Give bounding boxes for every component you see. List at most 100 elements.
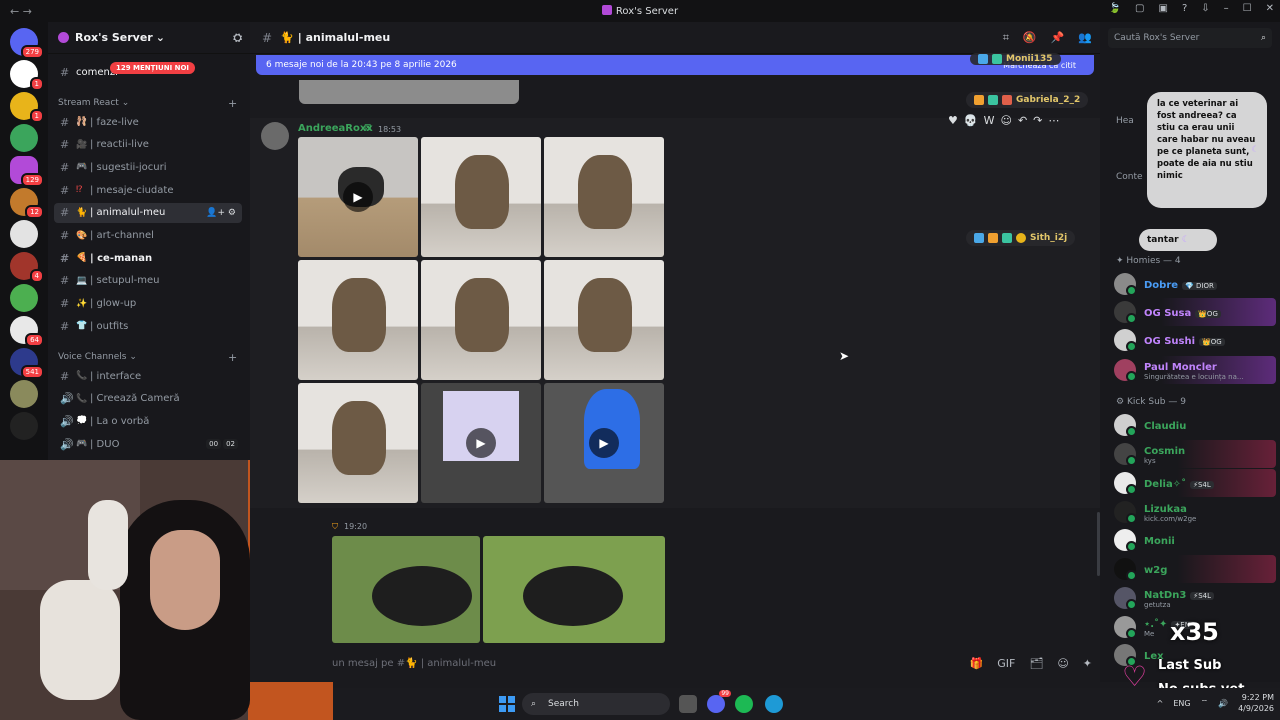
- message-action-icon[interactable]: ↶: [1018, 114, 1027, 127]
- server-icon-home[interactable]: 279: [10, 28, 44, 59]
- video-attachment[interactable]: ▶: [298, 137, 418, 257]
- member-item[interactable]: OG Sushi 👑OG: [1112, 326, 1276, 354]
- play-icon[interactable]: ▶: [466, 428, 496, 458]
- image-attachment[interactable]: [544, 260, 664, 380]
- channel-item[interactable]: # 💻 | setupul-meu: [54, 271, 242, 291]
- image-attachment[interactable]: [544, 137, 664, 257]
- message-input[interactable]: un mesaj pe #🐈 | animalul-meu: [332, 658, 496, 669]
- server-icon-server-pokemon[interactable]: 64: [10, 316, 44, 347]
- member-item[interactable]: NatDn3 ⚡S4L getutza: [1112, 584, 1276, 612]
- threads-icon[interactable]: ⌗: [1003, 31, 1009, 45]
- member-item[interactable]: Delia✧˚ ⚡S4L: [1112, 469, 1276, 497]
- channel-item[interactable]: # 🎮 | sugestii-jocuri: [54, 157, 242, 177]
- new-messages-bar[interactable]: 6 mesaje noi de la 20:43 pe 8 aprilie 20…: [256, 55, 1094, 75]
- composer-action-icon[interactable]: GIF: [997, 657, 1015, 670]
- taskbar-search[interactable]: ⌕ Search: [522, 693, 670, 715]
- previous-image-attachment[interactable]: [299, 80, 519, 104]
- voice-channel-item[interactable]: 🔊 🎮 | DUO 00 02: [54, 434, 242, 454]
- window-control-icon[interactable]: ?: [1182, 3, 1187, 14]
- member-item[interactable]: OG Susa 👑OG: [1112, 298, 1276, 326]
- message-action-icon[interactable]: ♥: [948, 114, 958, 127]
- channel-item[interactable]: # ✨ | glow-up: [54, 294, 242, 314]
- category-stream-react[interactable]: Stream React ⌄ +: [58, 97, 237, 110]
- server-icon-server-red[interactable]: 4: [10, 252, 44, 283]
- member-item[interactable]: Claudiu: [1112, 411, 1276, 439]
- server-icon-server-rox[interactable]: 129: [10, 156, 44, 187]
- composer-action-icon[interactable]: 🎁: [970, 657, 984, 670]
- window-control-icon[interactable]: ⇩: [1201, 3, 1209, 14]
- image-attachment[interactable]: [298, 383, 418, 503]
- member-item[interactable]: Paul Moncler Singurătatea e locuința na..…: [1112, 356, 1276, 384]
- message-action-icon[interactable]: W: [984, 114, 995, 127]
- member-item[interactable]: Dobre 💎 DIOR: [1112, 270, 1276, 298]
- image-attachment[interactable]: [483, 536, 665, 643]
- member-item[interactable]: Cosmin kys: [1112, 440, 1276, 468]
- message-action-icon[interactable]: ↷: [1033, 114, 1042, 127]
- video-attachment[interactable]: ▶: [421, 383, 541, 503]
- volume-icon[interactable]: 🔊: [1218, 699, 1228, 708]
- members-icon[interactable]: 👥: [1078, 31, 1092, 45]
- spotify-taskbar-icon[interactable]: [735, 695, 753, 713]
- avatar[interactable]: [261, 122, 289, 150]
- task-view-icon[interactable]: [679, 695, 697, 713]
- message-action-icon[interactable]: 💀: [964, 114, 978, 127]
- notifications-icon[interactable]: 🔕: [1023, 31, 1037, 45]
- image-attachment[interactable]: [332, 536, 480, 643]
- play-icon[interactable]: ▶: [589, 428, 619, 458]
- channel-item[interactable]: # 🎨 | art-channel: [54, 226, 242, 246]
- wifi-icon[interactable]: ⌔: [1201, 698, 1209, 708]
- voice-channel-item[interactable]: # 📞 | interface: [54, 366, 242, 386]
- composer-action-icon[interactable]: ✦: [1083, 657, 1092, 670]
- channel-item[interactable]: # 👕 | outfits: [54, 316, 242, 336]
- window-control-icon[interactable]: ▣: [1158, 3, 1167, 14]
- message-composer[interactable]: un mesaj pe #🐈 | animalul-meu 🎁 GIF 🗂 ☺ ✦: [332, 650, 1092, 676]
- voice-channel-item[interactable]: 🔊 📞 | Creează Cameră: [54, 389, 242, 409]
- search-input[interactable]: Caută Rox's Server ⌕: [1108, 28, 1272, 48]
- clock[interactable]: 9:22 PM 4/9/2026: [1238, 692, 1274, 714]
- channel-item[interactable]: # 🎥 | reactii-live: [54, 135, 242, 155]
- channel-item[interactable]: # 🍕 | ce-manan: [54, 248, 242, 268]
- window-control-icon[interactable]: 🍃: [1109, 3, 1121, 14]
- composer-action-icon[interactable]: 🗂: [1029, 657, 1043, 670]
- windows-start-icon[interactable]: [499, 696, 515, 712]
- channel-settings-icon[interactable]: 👤+ ⚙: [206, 208, 236, 218]
- image-attachment[interactable]: [298, 260, 418, 380]
- window-control-icon[interactable]: –: [1224, 3, 1229, 14]
- edge-taskbar-icon[interactable]: [765, 695, 783, 713]
- voice-channel-item[interactable]: 🔊 💭 | La o vorbă: [54, 411, 242, 431]
- server-icon-server-star[interactable]: 541: [10, 348, 44, 379]
- video-attachment[interactable]: ▶: [544, 383, 664, 503]
- member-item[interactable]: w2g: [1112, 555, 1276, 583]
- message-action-icon[interactable]: ☺: [1000, 114, 1011, 127]
- add-user-icon[interactable]: ⛭: [233, 31, 242, 45]
- play-icon[interactable]: ▶: [343, 182, 373, 212]
- add-channel-icon[interactable]: +: [228, 351, 237, 364]
- add-channel-icon[interactable]: +: [228, 97, 237, 110]
- server-icon-server-w2g[interactable]: [10, 412, 38, 440]
- composer-action-icon[interactable]: ☺: [1057, 657, 1068, 670]
- discord-taskbar-icon[interactable]: 99: [707, 690, 731, 713]
- window-control-icon[interactable]: ☐: [1243, 3, 1252, 14]
- category-voice[interactable]: Voice Channels ⌄ +: [58, 351, 237, 364]
- window-control-icon[interactable]: ▢: [1135, 3, 1144, 14]
- message-author[interactable]: AndreeaRoxx: [298, 123, 373, 134]
- window-control-icon[interactable]: ✕: [1266, 3, 1274, 14]
- server-icon-server-discord[interactable]: [10, 220, 38, 248]
- message-action-icon[interactable]: ⋯: [1048, 114, 1059, 127]
- server-icon-server-yellow[interactable]: 1: [10, 92, 44, 123]
- member-item[interactable]: Monii: [1112, 526, 1276, 554]
- server-icon-server-w[interactable]: 1: [10, 60, 44, 91]
- server-header[interactable]: Rox's Server ⌄ ⛭: [48, 22, 250, 54]
- channel-item[interactable]: # ⁉ | mesaje-ciudate: [54, 180, 242, 200]
- image-attachment[interactable]: [421, 137, 541, 257]
- server-icon-server-hammer[interactable]: 12: [10, 188, 44, 219]
- member-item[interactable]: Lizukaa kick.com/w2ge: [1112, 498, 1276, 526]
- server-icon-server-green2[interactable]: [10, 284, 38, 312]
- new-mentions-pill[interactable]: 129 MENȚIUNI NOI: [110, 62, 196, 74]
- language-indicator[interactable]: ENG: [1173, 699, 1190, 708]
- tray-chevron-icon[interactable]: ^: [1157, 699, 1164, 708]
- server-icon-server-green[interactable]: [10, 124, 38, 152]
- pin-icon[interactable]: 📌: [1051, 31, 1065, 45]
- image-attachment[interactable]: [421, 260, 541, 380]
- channel-item[interactable]: # 🩰 | faze-live: [54, 112, 242, 132]
